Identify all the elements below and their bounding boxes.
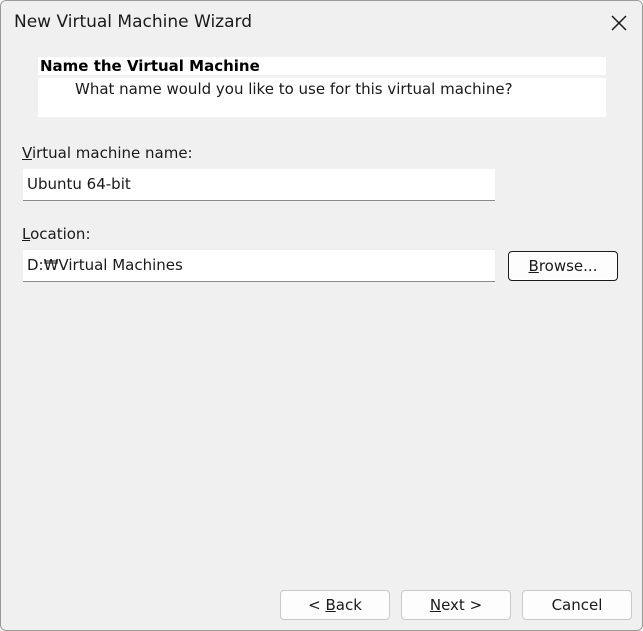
wizard-window: New Virtual Machine Wizard Name the Virt… xyxy=(0,0,643,631)
location-input[interactable]: D:₩Virtual Machines xyxy=(23,250,495,282)
next-accel: N xyxy=(429,596,442,614)
back-prefix: < xyxy=(308,596,326,614)
back-label: ack xyxy=(335,596,362,614)
back-accel: B xyxy=(325,596,336,614)
header-panel: Name the Virtual Machine What name would… xyxy=(38,57,606,117)
vm-name-label-accel: V xyxy=(22,144,32,162)
browse-accel: B xyxy=(528,257,539,275)
window-title: New Virtual Machine Wizard xyxy=(14,12,252,32)
title-bar: New Virtual Machine Wizard xyxy=(1,1,642,45)
next-label: ext > xyxy=(441,596,483,614)
close-icon xyxy=(611,15,627,31)
location-label-text: ocation: xyxy=(30,225,91,243)
header-divider xyxy=(38,75,606,78)
vm-name-label: Virtual machine name: xyxy=(22,144,193,162)
vm-name-label-text: irtual machine name: xyxy=(31,144,193,162)
page-title: Name the Virtual Machine xyxy=(40,57,260,75)
location-label-accel: L xyxy=(22,225,31,243)
close-button[interactable] xyxy=(596,1,642,45)
location-label: Location: xyxy=(22,225,91,243)
browse-button[interactable]: Browse... xyxy=(508,251,618,281)
page-subtitle: What name would you like to use for this… xyxy=(75,80,513,98)
cancel-button[interactable]: Cancel xyxy=(522,590,632,620)
vm-name-input[interactable]: Ubuntu 64-bit xyxy=(23,169,495,201)
back-button[interactable]: < Back xyxy=(280,590,390,620)
next-button[interactable]: Next > xyxy=(401,590,511,620)
browse-label: rowse... xyxy=(538,257,598,275)
